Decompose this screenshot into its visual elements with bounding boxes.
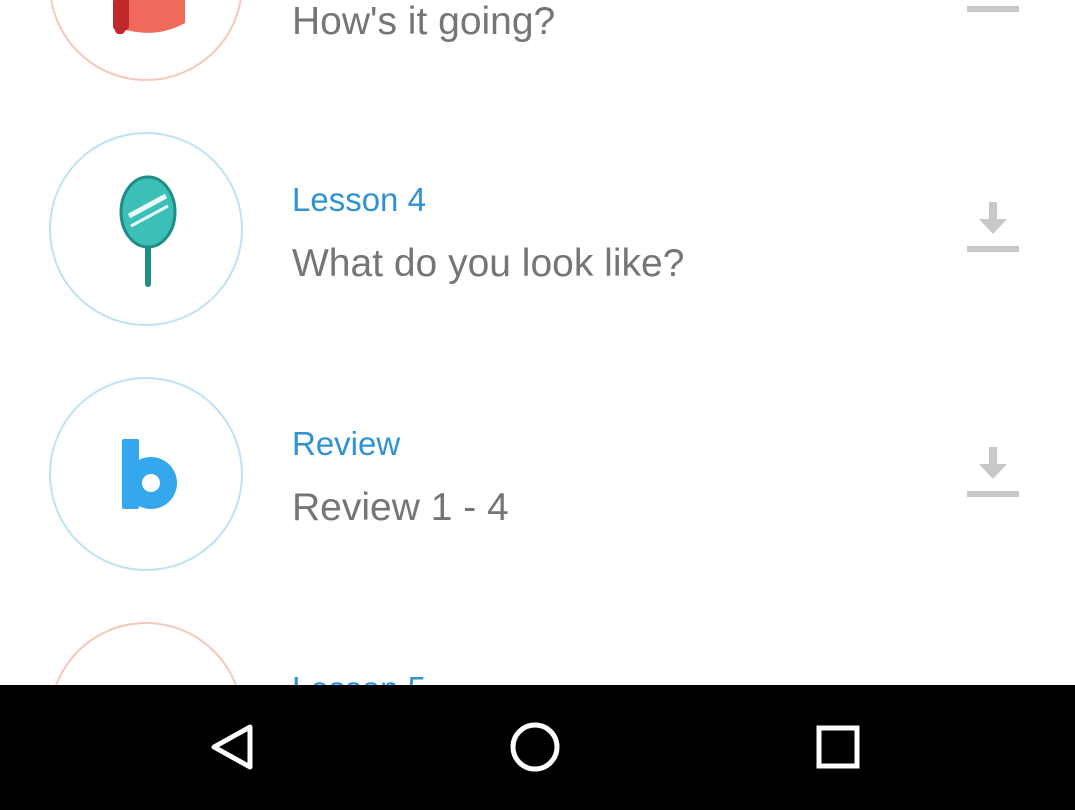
download-icon [967,6,1019,12]
lesson-row-lesson-5[interactable]: Lesson 5 [0,592,1075,685]
lesson-list: How's it going? Lesson 4 What do you loo… [0,0,1075,685]
recents-icon [816,725,860,769]
lesson-row-review[interactable]: Review Review 1 - 4 [0,347,1075,592]
download-icon [967,202,1019,252]
review-icon-circle [49,377,243,571]
lesson-4-icon-circle [49,132,243,326]
lesson-subtitle: How's it going? [292,0,556,43]
letter-b-icon [122,439,177,509]
lesson-icon [51,624,243,685]
lesson-row-lesson-4[interactable]: Lesson 4 What do you look like? [0,102,1075,347]
lesson-subtitle: Review 1 - 4 [292,486,509,529]
lesson-title: Lesson 4 [292,181,426,218]
download-icon [967,447,1019,497]
back-icon [211,724,253,770]
download-button[interactable] [962,445,1022,505]
home-button[interactable] [495,707,575,787]
mirror-icon [119,175,177,287]
back-button[interactable] [192,707,272,787]
lesson-title: Review [292,425,401,462]
download-button[interactable] [962,200,1022,260]
lesson-5-icon-circle [49,622,243,685]
system-navigation-bar [0,685,1075,810]
lesson-subtitle: What do you look like? [292,242,685,285]
recents-button[interactable] [798,707,878,787]
lesson-title: Lesson 5 [292,672,426,685]
download-button[interactable] [962,0,1022,32]
flag-icon [113,0,185,34]
lesson-3-icon-circle [49,0,243,81]
home-icon [510,722,560,772]
lesson-row-lesson-3[interactable]: How's it going? [0,0,1075,102]
